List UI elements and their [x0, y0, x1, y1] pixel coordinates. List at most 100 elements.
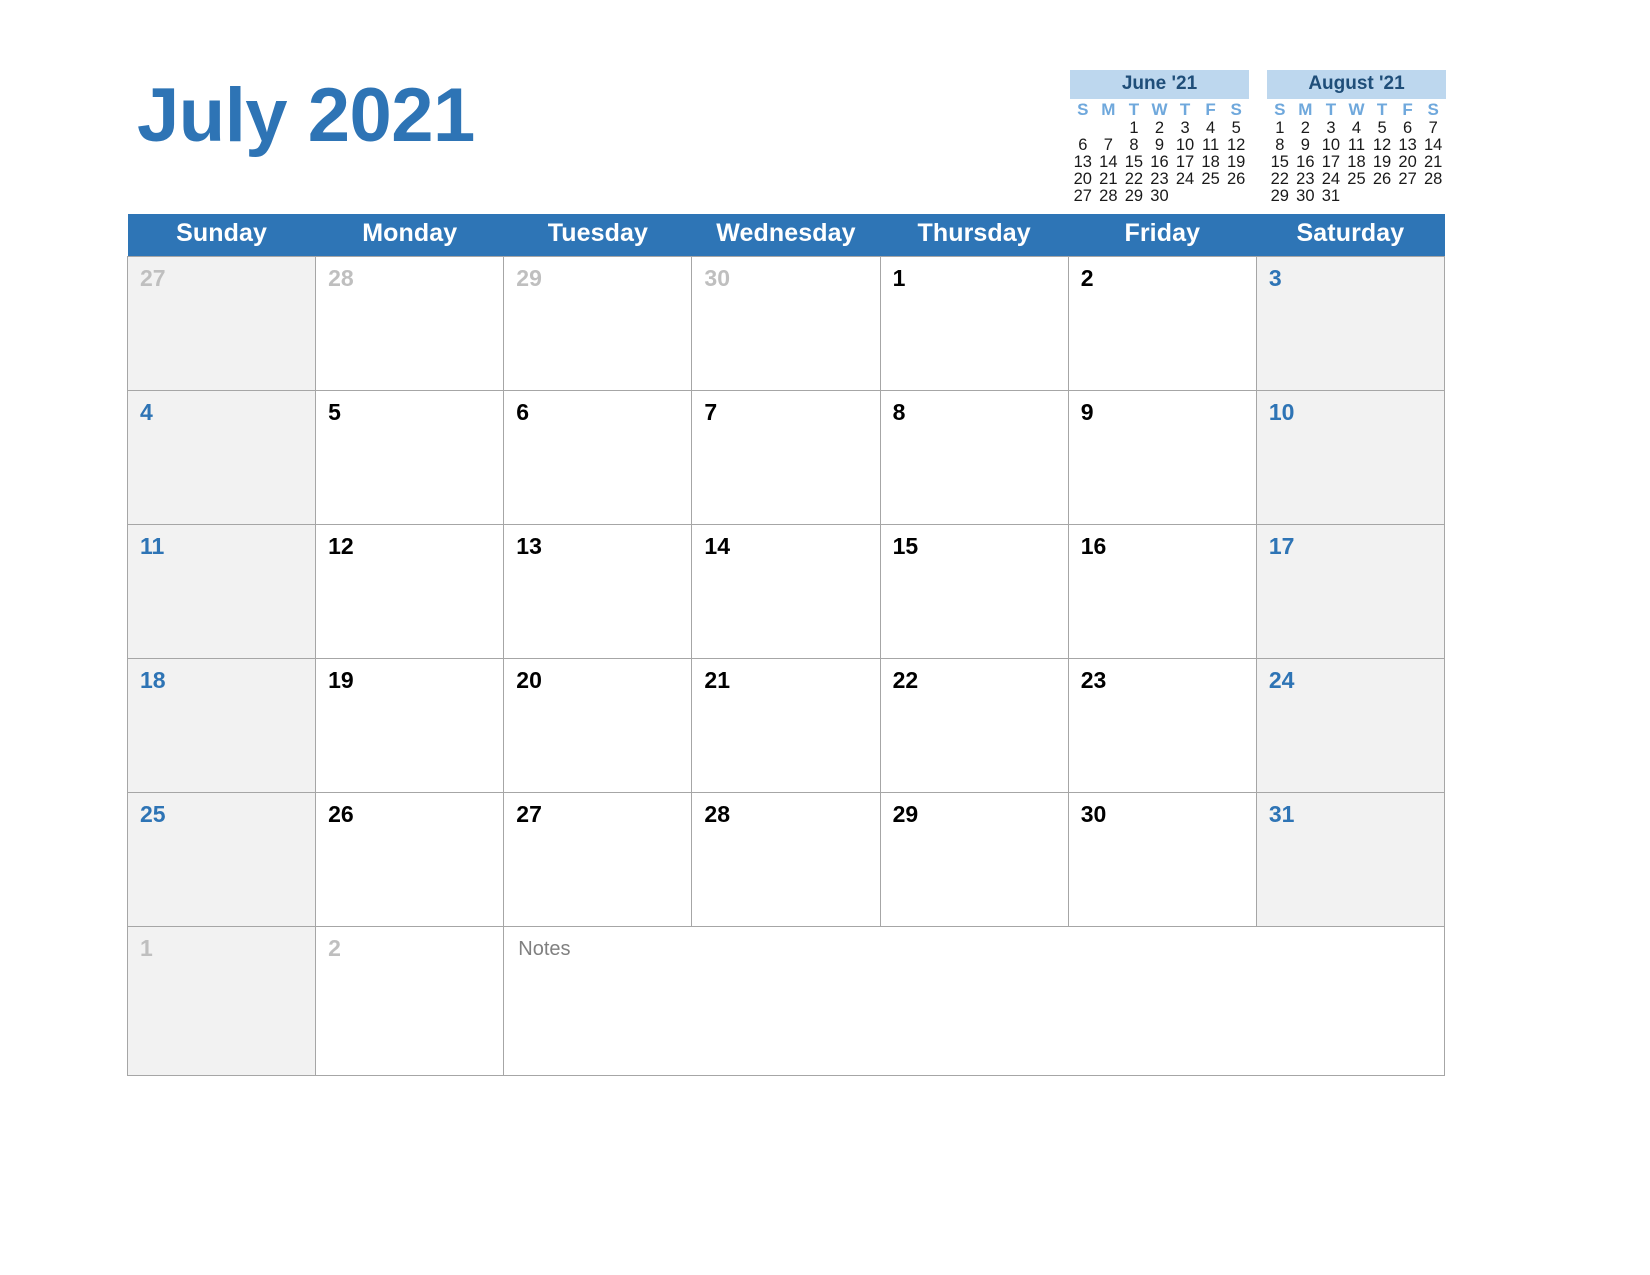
day-cell[interactable]: 26 [315, 792, 505, 927]
day-number: 4 [140, 399, 153, 425]
mini-day-cell: 21 [1099, 170, 1118, 189]
mini-weekday-row: SMTWTFS [1267, 100, 1446, 120]
day-number: 9 [1080, 399, 1094, 425]
notes-cell[interactable]: Notes [503, 926, 1445, 1076]
day-cell[interactable]: 30 [691, 256, 881, 391]
day-cell[interactable]: 18 [126, 658, 317, 793]
mini-empty-cell [1369, 188, 1395, 205]
day-cell[interactable]: 4 [126, 390, 317, 525]
day-cell[interactable]: 31 [1255, 792, 1446, 927]
day-cell[interactable]: 19 [315, 658, 505, 793]
mini-day-cell: 11 [1347, 136, 1366, 155]
mini-calendar-grid: S M T W T F S 1 2 3 4 5 6 7 8 9 10 11 12 13 14 15 16 17 18 19 20 21… [1070, 100, 1249, 205]
mini-day-cell: 30 [1150, 187, 1169, 206]
week-row: 27 28 29 30 1 2 3 [126, 256, 1446, 391]
mini-day-cell: 16 [1296, 153, 1315, 172]
mini-calendar-june: June '21 S M T W T F S 1 2 3 4 5 6 7 8 9 10 11 12 13 14 15 16 17… [1070, 70, 1249, 205]
week-row: 11 12 13 14 15 16 17 [126, 524, 1446, 659]
mini-day-cell: 15 [1270, 153, 1289, 172]
mini-day-cell: 3 [1326, 119, 1336, 138]
mini-day-cell: 7 [1103, 136, 1113, 155]
weekday-header-tuesday: Tuesday [503, 214, 692, 257]
mini-day-cell: 26 [1372, 170, 1392, 189]
day-cell[interactable]: 7 [691, 390, 881, 525]
day-cell[interactable]: 20 [503, 658, 693, 793]
mini-day-cell: 25 [1201, 170, 1220, 189]
day-cell[interactable]: 13 [503, 524, 693, 659]
day-cell[interactable]: 9 [1067, 390, 1257, 525]
mini-weekday-label: T [1376, 100, 1388, 120]
mini-day-cell: 28 [1099, 187, 1118, 206]
mini-day-cell: 23 [1296, 170, 1315, 189]
mini-day-cell: 1 [1129, 119, 1139, 138]
mini-weekday-label: W [1151, 100, 1168, 120]
mini-day-cell: 4 [1206, 119, 1216, 138]
day-number: 1 [892, 265, 906, 291]
day-number: 1 [140, 935, 153, 961]
day-cell[interactable]: 28 [315, 256, 505, 391]
mini-day-cell: 8 [1275, 136, 1285, 155]
week-row: 18 19 20 21 22 23 24 [126, 658, 1446, 793]
mini-day-cell: 19 [1227, 153, 1246, 172]
day-number: 6 [516, 399, 530, 425]
day-number: 30 [704, 265, 731, 291]
mini-day-cell: 24 [1321, 170, 1341, 189]
day-cell[interactable]: 11 [126, 524, 317, 659]
mini-day-cell: 13 [1073, 153, 1092, 172]
day-cell[interactable]: 1 [879, 256, 1069, 391]
day-cell[interactable]: 30 [1067, 792, 1257, 927]
day-number: 15 [892, 533, 919, 559]
day-cell[interactable]: 1 [126, 926, 317, 1076]
day-number: 28 [328, 265, 354, 291]
day-cell[interactable]: 8 [879, 390, 1069, 525]
page-title: July 2021 [137, 73, 475, 158]
week-row: 25 26 27 28 29 30 31 [126, 792, 1446, 927]
day-cell[interactable]: 3 [1255, 256, 1446, 391]
day-number: 23 [1080, 667, 1107, 693]
mini-weekday-label: M [1101, 100, 1116, 120]
weekday-header-sunday: Sunday [127, 214, 316, 257]
day-cell[interactable]: 23 [1067, 658, 1257, 793]
mini-week-row: 27 28 29 30 [1070, 188, 1249, 205]
day-number: 10 [1268, 399, 1295, 425]
mini-weekday-row: SMTWTFS [1070, 100, 1249, 120]
day-number: 3 [1268, 265, 1282, 291]
day-cell[interactable]: 24 [1255, 658, 1446, 793]
day-cell[interactable]: 22 [879, 658, 1069, 793]
day-cell[interactable]: 2 [1067, 256, 1257, 391]
day-cell[interactable]: 27 [126, 256, 317, 391]
day-cell[interactable]: 17 [1255, 524, 1446, 659]
mini-day-cell: 5 [1377, 119, 1387, 138]
mini-day-cell: 9 [1154, 136, 1165, 155]
day-number: 26 [328, 801, 354, 827]
day-cell[interactable]: 12 [315, 524, 505, 659]
day-cell[interactable]: 15 [879, 524, 1069, 659]
mini-day-cell: 10 [1321, 136, 1341, 155]
day-cell[interactable]: 2 [315, 926, 505, 1076]
day-number: 5 [328, 399, 341, 425]
day-cell[interactable]: 6 [503, 390, 693, 525]
month-grid: Sunday Monday Tuesday Wednesday Thursday Frid… [126, 214, 1446, 1076]
day-number: 25 [140, 801, 166, 827]
mini-day-cell: 26 [1227, 170, 1246, 189]
mini-weekday-label: F [1402, 100, 1413, 120]
day-cell[interactable]: 27 [503, 792, 693, 927]
mini-day-cell: 24 [1175, 170, 1195, 189]
mini-day-cell: 3 [1180, 119, 1190, 138]
day-cell[interactable]: 5 [315, 390, 505, 525]
notes-label: Notes [518, 938, 571, 960]
day-number: 14 [704, 533, 731, 559]
day-cell[interactable]: 16 [1067, 524, 1257, 659]
mini-day-cell: 22 [1124, 170, 1144, 189]
day-cell[interactable]: 28 [691, 792, 881, 927]
mini-day-cell: 9 [1300, 136, 1310, 155]
day-cell[interactable]: 21 [691, 658, 881, 793]
day-cell[interactable]: 14 [691, 524, 881, 659]
day-number: 16 [1080, 533, 1107, 559]
day-number: 29 [892, 801, 919, 827]
day-cell[interactable]: 25 [126, 792, 317, 927]
mini-empty-cell [1172, 188, 1198, 205]
day-cell[interactable]: 29 [879, 792, 1069, 927]
day-cell[interactable]: 10 [1255, 390, 1446, 525]
day-cell[interactable]: 29 [503, 256, 693, 391]
